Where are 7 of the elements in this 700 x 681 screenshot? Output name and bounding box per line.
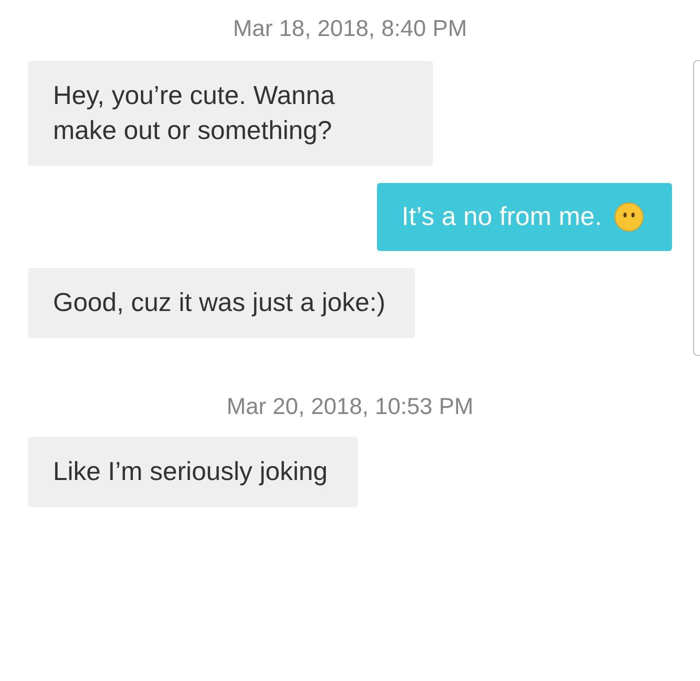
message-text: It’s a no from me. — [402, 200, 602, 233]
timestamp: Mar 20, 2018, 10:53 PM — [226, 392, 474, 421]
message-text: Hey, you’re cute. Wanna make out or something? — [53, 79, 336, 147]
timestamp: Mar 18, 2018, 8:40 PM — [233, 14, 467, 43]
emoji-icon — [614, 202, 644, 232]
message-text: Good, cuz it was just a joke:) — [53, 286, 386, 319]
message-text: Like I’m seriously joking — [53, 455, 328, 488]
